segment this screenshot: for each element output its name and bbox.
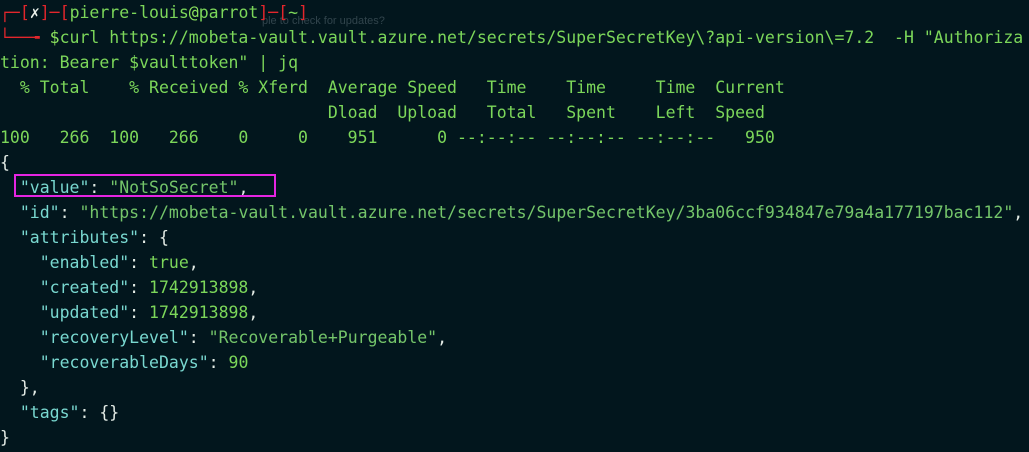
json-tags-row: "tags": {} (19, 403, 120, 422)
json-val-id: "https://mobeta-vault.vault.azure.net/se… (79, 203, 1014, 222)
prompt-open-bracket: ┌─[ (0, 3, 30, 22)
prompt-cwd: ~ (288, 3, 299, 22)
json-close-brace: } (0, 428, 10, 447)
json-enabled-row: "enabled": true, (39, 253, 199, 272)
json-key-tags: "tags" (19, 403, 80, 422)
json-key-recovery: "recoveryLevel" (39, 328, 189, 347)
prompt-corner: └──╼ (0, 28, 50, 47)
json-val-enabled: true (149, 253, 189, 272)
json-val-recoverable-days: 90 (228, 353, 249, 372)
prompt-close-bracket: ] (298, 3, 309, 22)
prompt-at: @ (188, 3, 199, 22)
highlight-annotation-box (14, 174, 276, 197)
command-text: curl https://mobeta-vault.vault.azure.ne… (59, 28, 1024, 47)
curl-progress-values: 100 266 100 266 0 0 951 0 --:--:-- --:--… (0, 128, 775, 147)
prompt-status-icon: ✗ (29, 3, 40, 22)
prompt-dollar: $ (49, 28, 60, 47)
prompt-line: ┌─[✗]─[pierre-louis@parrot]─[~] (0, 0, 308, 25)
command-text-wrap: tion: Bearer $vaulttoken" | jq (0, 53, 299, 72)
curl-progress-header-2: Dload Upload Total Spent Left Speed (0, 103, 765, 122)
json-key-enabled: "enabled" (39, 253, 130, 272)
json-attributes-close: }, (19, 378, 40, 397)
prompt-host: parrot (198, 3, 259, 22)
json-updated-row: "updated": 1742913898, (39, 303, 259, 322)
prompt-user: pierre-louis (69, 3, 189, 22)
json-key-recoverable-days: "recoverableDays" (39, 353, 209, 372)
json-recoverable-days-row: "recoverableDays": 90 (39, 353, 249, 372)
json-open-brace: { (0, 153, 10, 172)
command-line[interactable]: └──╼ $curl https://mobeta-vault.vault.az… (0, 25, 1023, 50)
json-recovery-row: "recoveryLevel": "Recoverable+Purgeable"… (39, 328, 448, 347)
json-attributes-row: "attributes": { (19, 228, 169, 247)
prompt-separator: ]─[ (39, 3, 70, 22)
prompt-separator-2: ]─[ (258, 3, 289, 22)
json-val-recovery: "Recoverable+Purgeable" (208, 328, 438, 347)
json-key-id: "id" (19, 203, 60, 222)
json-val-updated: 1742913898 (149, 303, 249, 322)
json-id-row: "id": "https://mobeta-vault.vault.azure.… (19, 203, 1024, 222)
terminal-window[interactable]: ple to check for updates? ┌─[✗]─[pierre-… (0, 0, 1029, 452)
json-val-created: 1742913898 (149, 278, 249, 297)
json-key-updated: "updated" (39, 303, 130, 322)
json-key-attributes: "attributes" (19, 228, 140, 247)
json-key-created: "created" (39, 278, 130, 297)
curl-progress-header-1: % Total % Received % Xferd Average Speed… (0, 78, 785, 97)
json-val-tags: {} (99, 403, 120, 422)
json-created-row: "created": 1742913898, (39, 278, 259, 297)
